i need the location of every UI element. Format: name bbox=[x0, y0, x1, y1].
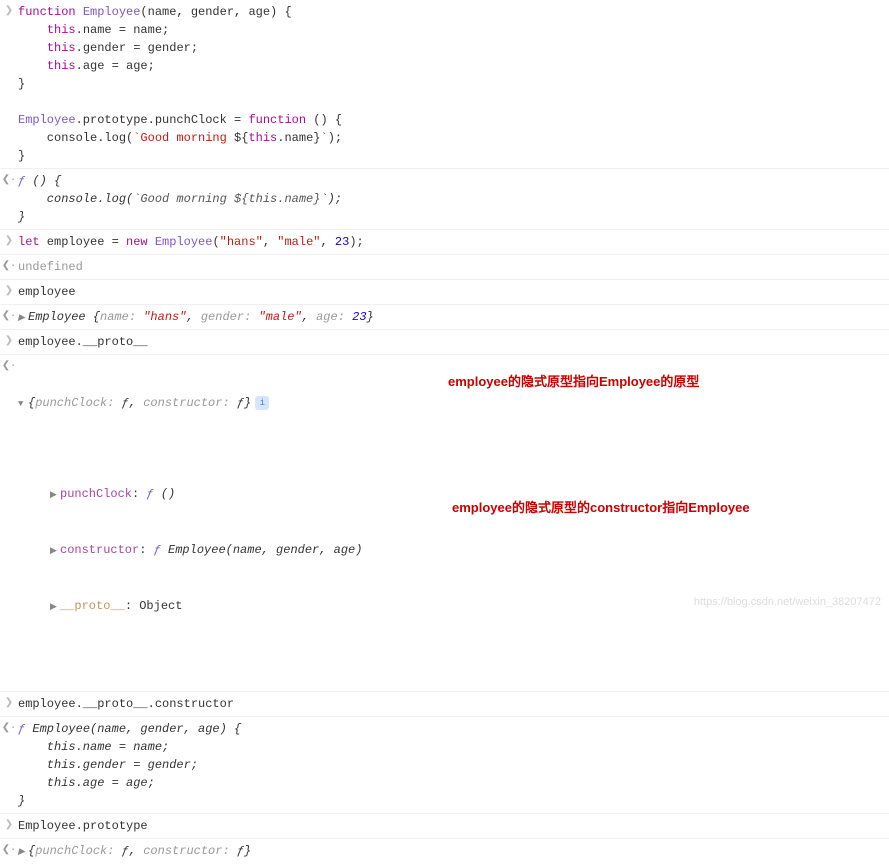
code-input: employee bbox=[18, 282, 889, 302]
output-object[interactable]: ▶{punchClock: ƒ, constructor: ƒ} bbox=[18, 841, 889, 861]
output-undefined: undefined bbox=[18, 257, 889, 277]
console-output-row[interactable]: ❮· ▶{punchClock: ƒ, constructor: ƒ} bbox=[0, 838, 889, 863]
input-marker-icon: ❯ bbox=[0, 232, 18, 249]
expand-icon[interactable]: ▶ bbox=[50, 489, 60, 503]
output-marker-icon: ❮· bbox=[0, 841, 18, 858]
console-input-row[interactable]: ❯ employee.__proto__.constructor bbox=[0, 691, 889, 716]
console-input-row[interactable]: ❯ function Employee(name, gender, age) {… bbox=[0, 0, 889, 168]
output-marker-icon: ❮· bbox=[0, 719, 18, 736]
output-marker-icon: ❮· bbox=[0, 357, 18, 374]
expand-icon[interactable]: ▶ bbox=[18, 846, 28, 860]
console-output-row[interactable]: ❮· undefined bbox=[0, 254, 889, 279]
output-function: ƒ Employee(name, gender, age) { this.nam… bbox=[18, 719, 889, 811]
input-marker-icon: ❯ bbox=[0, 694, 18, 711]
console-input-row[interactable]: ❯ Employee.prototype bbox=[0, 813, 889, 838]
output-marker-icon: ❮· bbox=[0, 307, 18, 324]
console-output-row[interactable]: ❮· ▼{punchClock: ƒ, constructor: ƒ}i ▶pu… bbox=[0, 354, 889, 691]
code-input: let employee = new Employee("hans", "mal… bbox=[18, 232, 889, 252]
annotation-text: employee的隐式原型的constructor指向Employee bbox=[452, 498, 750, 518]
object-summary[interactable]: ▼{punchClock: ƒ, constructor: ƒ}i bbox=[18, 394, 889, 412]
watermark-text: https://blog.csdn.net/weixin_38207472 bbox=[694, 594, 881, 611]
expand-icon[interactable]: ▶ bbox=[18, 312, 28, 326]
console-input-row[interactable]: ❯ employee.__proto__ bbox=[0, 329, 889, 354]
code-input: Employee.prototype bbox=[18, 816, 889, 836]
input-marker-icon: ❯ bbox=[0, 332, 18, 349]
info-icon[interactable]: i bbox=[255, 396, 269, 410]
console-output-row[interactable]: ❮· ƒ () { console.log(`Good morning ${th… bbox=[0, 168, 889, 229]
console-input-row[interactable]: ❯ employee bbox=[0, 279, 889, 304]
object-property[interactable]: ▶constructor: ƒ Employee(name, gender, a… bbox=[50, 540, 889, 560]
console-output-row[interactable]: ❮· ▶Employee {name: "hans", gender: "mal… bbox=[0, 304, 889, 329]
output-marker-icon: ❮· bbox=[0, 171, 18, 188]
output-object[interactable]: ▶Employee {name: "hans", gender: "male",… bbox=[18, 307, 889, 327]
output-value: ƒ () { console.log(`Good morning ${this.… bbox=[18, 171, 889, 227]
code-input: employee.__proto__ bbox=[18, 332, 889, 352]
input-marker-icon: ❯ bbox=[0, 2, 18, 19]
code-input: employee.__proto__.constructor bbox=[18, 694, 889, 714]
expand-icon[interactable]: ▶ bbox=[50, 545, 60, 559]
console-output-row[interactable]: ❮· ƒ Employee(name, gender, age) { this.… bbox=[0, 716, 889, 813]
output-object-expanded: ▼{punchClock: ƒ, constructor: ƒ}i ▶punch… bbox=[18, 357, 889, 689]
input-marker-icon: ❯ bbox=[0, 816, 18, 833]
expand-icon[interactable]: ▶ bbox=[50, 601, 60, 615]
code-input: function Employee(name, gender, age) { t… bbox=[18, 2, 889, 166]
collapse-icon[interactable]: ▼ bbox=[18, 398, 28, 412]
input-marker-icon: ❯ bbox=[0, 282, 18, 299]
console-input-row[interactable]: ❯ let employee = new Employee("hans", "m… bbox=[0, 229, 889, 254]
output-marker-icon: ❮· bbox=[0, 257, 18, 274]
annotation-text: employee的隐式原型指向Employee的原型 bbox=[448, 372, 699, 392]
